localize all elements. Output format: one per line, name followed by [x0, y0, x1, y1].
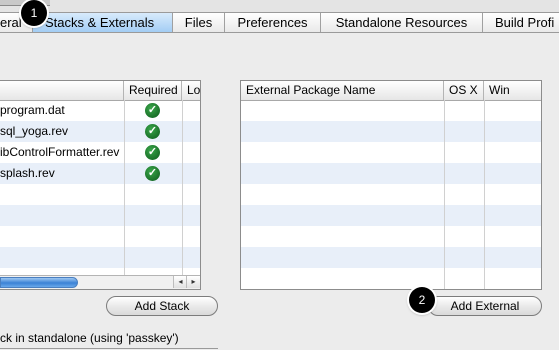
stack-filename: sql_yoga.rev [0, 124, 69, 138]
encrypt-stack-checkbox-label[interactable]: ck in standalone (using 'passkey') [0, 331, 179, 345]
checkmark-icon: ✓ [145, 145, 160, 160]
column-divider [444, 100, 445, 289]
stack-filename: ibControlFormatter.rev [0, 145, 120, 159]
externals-table: External Package Name OS X Win [240, 80, 542, 290]
stacks-table: Required Load program.dat ✓ sql_yoga.rev… [0, 80, 201, 290]
empty-row [241, 121, 541, 142]
externals-table-header: External Package Name OS X Win [241, 81, 541, 101]
scroll-right-arrow-icon[interactable]: ▸ [186, 276, 200, 288]
column-header-name[interactable] [0, 81, 124, 100]
tab-files[interactable]: Files [173, 13, 225, 32]
empty-row [0, 247, 200, 268]
empty-row [241, 247, 541, 268]
add-external-button[interactable]: Add External [428, 296, 542, 316]
checkmark-icon: ✓ [145, 166, 160, 181]
tab-build-profiles[interactable]: Build Profi [483, 13, 559, 32]
empty-row [0, 184, 200, 205]
callout-badge-2: 2 [409, 287, 435, 313]
table-row[interactable]: program.dat ✓ [0, 100, 200, 121]
stack-filename: splash.rev [0, 166, 55, 180]
column-divider [182, 100, 183, 277]
empty-row [241, 184, 541, 205]
horizontal-scrollbar[interactable]: ◂ ▸ [0, 275, 200, 289]
tab-stacks-externals[interactable]: Stacks & Externals [33, 13, 173, 32]
empty-row [0, 205, 200, 226]
column-header-required[interactable]: Required [124, 81, 182, 100]
column-divider [484, 100, 485, 289]
column-header-win[interactable]: Win [484, 81, 541, 100]
empty-row [241, 205, 541, 226]
table-row[interactable]: sql_yoga.rev ✓ [0, 121, 200, 142]
stacks-table-header: Required Load [0, 81, 200, 101]
table-row[interactable]: splash.rev ✓ [0, 163, 200, 184]
tab-bar: eral Stacks & Externals Files Preference… [0, 12, 559, 33]
empty-row [241, 100, 541, 121]
add-stack-button[interactable]: Add Stack [106, 296, 218, 316]
table-row[interactable]: ibControlFormatter.rev ✓ [0, 142, 200, 163]
empty-row [241, 163, 541, 184]
tab-standalone-resources[interactable]: Standalone Resources [321, 13, 483, 32]
column-header-osx[interactable]: OS X [444, 81, 484, 100]
checkmark-icon: ✓ [145, 103, 160, 118]
tab-preferences[interactable]: Preferences [225, 13, 321, 32]
column-header-package-name[interactable]: External Package Name [241, 81, 444, 100]
column-header-load[interactable]: Load [182, 81, 200, 100]
empty-row [241, 226, 541, 247]
callout-badge-1: 1 [21, 0, 47, 26]
divider-line [0, 348, 218, 349]
column-divider [124, 100, 125, 277]
empty-row [241, 268, 541, 289]
scrollbar-thumb[interactable] [0, 277, 78, 288]
scroll-left-arrow-icon[interactable]: ◂ [173, 276, 187, 288]
empty-row [0, 226, 200, 247]
stack-filename: program.dat [0, 103, 65, 117]
empty-row [241, 142, 541, 163]
checkmark-icon: ✓ [145, 124, 160, 139]
